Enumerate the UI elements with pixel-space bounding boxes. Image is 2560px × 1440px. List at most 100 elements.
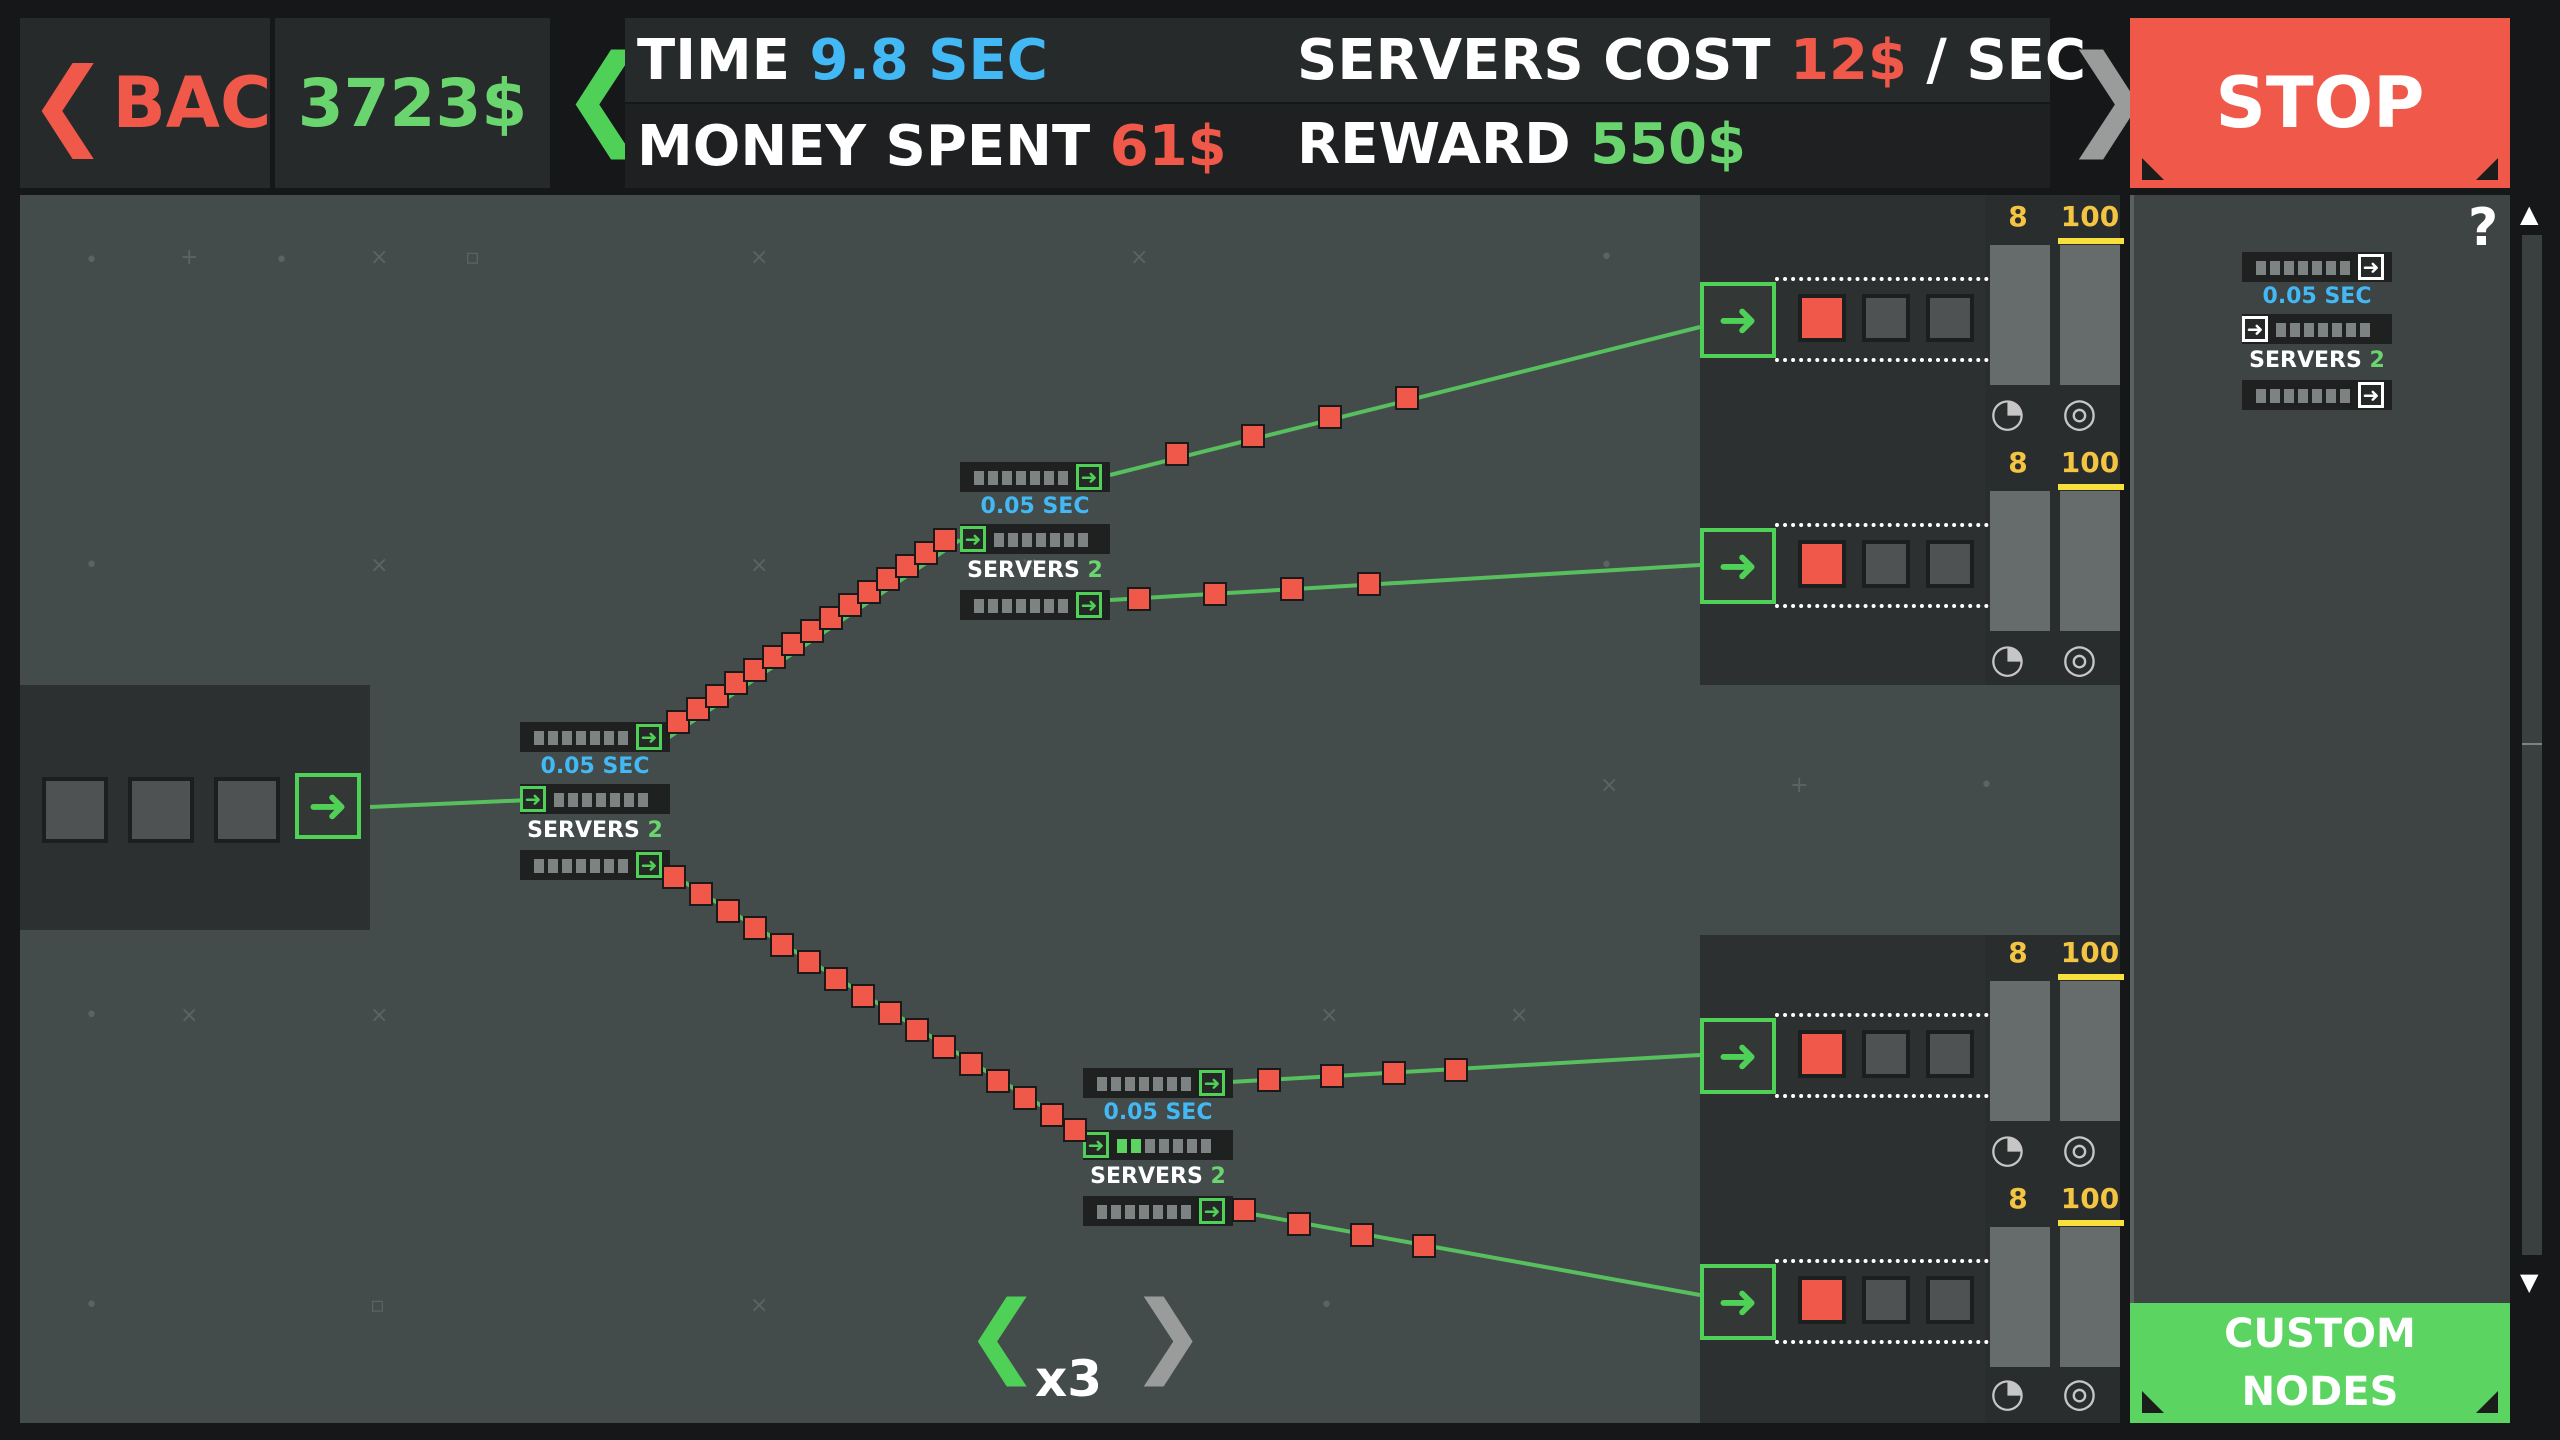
speed-decrease-button[interactable]: ❮ bbox=[965, 1290, 1040, 1380]
input-arrow-icon[interactable]: ➜ bbox=[1700, 1018, 1776, 1094]
queue-slot bbox=[1862, 1276, 1910, 1324]
packet bbox=[1318, 405, 1342, 429]
output-arrow-icon[interactable]: ➜ bbox=[636, 724, 662, 750]
packet bbox=[770, 933, 794, 957]
queue-slot bbox=[1926, 1030, 1974, 1078]
capacity-bar bbox=[2058, 1220, 2124, 1226]
input-arrow-icon[interactable]: ➜ bbox=[1700, 282, 1776, 358]
router-speed: 0.05 SEC bbox=[2262, 284, 2372, 309]
speedometer-icon: ◔ bbox=[1990, 1126, 2025, 1172]
capacity-gauge bbox=[2060, 245, 2120, 385]
packet bbox=[743, 916, 767, 940]
target-icon: ◎ bbox=[2062, 636, 2097, 682]
router-output-row: ➜ bbox=[520, 850, 670, 880]
router-speed: 0.05 SEC bbox=[540, 754, 650, 779]
speedometer-icon: ◔ bbox=[1990, 390, 2025, 436]
output-arrow-icon[interactable]: ➜ bbox=[1199, 1070, 1225, 1096]
packet bbox=[1357, 572, 1381, 596]
source-node[interactable]: ➜ bbox=[20, 685, 370, 930]
packet bbox=[986, 1069, 1010, 1093]
router-output-row: ➜ bbox=[960, 462, 1110, 492]
corner-marker-icon bbox=[2476, 1391, 2498, 1413]
queue-slot bbox=[1798, 1276, 1846, 1324]
scrollbar-thumb[interactable] bbox=[2522, 235, 2542, 745]
custom-nodes-button[interactable]: CUSTOM NODES bbox=[2130, 1303, 2510, 1423]
speedometer-icon: ◔ bbox=[1990, 636, 2025, 682]
palette-router-node[interactable]: ➜ 0.05 SEC ➜ SERVERS 2 ➜ bbox=[2242, 252, 2392, 412]
help-icon[interactable]: ? bbox=[2468, 198, 2498, 258]
speed-multiplier: x3 bbox=[1035, 1350, 1103, 1408]
packet bbox=[1280, 577, 1304, 601]
router-node[interactable]: ➜ 0.05 SEC ➜ SERVERS 2 ➜ bbox=[520, 722, 670, 882]
wire bbox=[1109, 563, 1701, 602]
packet bbox=[662, 865, 686, 889]
sink-capacity-value: 100 bbox=[2060, 1182, 2120, 1215]
load-gauge bbox=[1990, 1227, 2050, 1367]
wire bbox=[369, 798, 531, 809]
capacity-gauge bbox=[2060, 1227, 2120, 1367]
router-servers: SERVERS 2 bbox=[2249, 348, 2385, 373]
packet bbox=[959, 1052, 983, 1076]
packet bbox=[797, 950, 821, 974]
packet bbox=[824, 967, 848, 991]
output-arrow-icon: ➜ bbox=[2358, 382, 2384, 408]
sink-group-lower bbox=[1700, 935, 1985, 1423]
input-arrow-icon[interactable]: ➜ bbox=[960, 526, 986, 552]
packet bbox=[1232, 1198, 1256, 1222]
scroll-up-icon[interactable]: ▲ bbox=[2520, 200, 2538, 228]
router-servers: SERVERS 2 bbox=[527, 818, 663, 843]
router-speed: 0.05 SEC bbox=[1103, 1100, 1213, 1125]
speed-increase-button[interactable]: ❯ bbox=[1130, 1290, 1205, 1380]
sink-load-value: 8 bbox=[2008, 446, 2028, 479]
capacity-bar bbox=[2058, 484, 2124, 490]
queue-slot bbox=[1862, 294, 1910, 342]
input-arrow-icon[interactable]: ➜ bbox=[1700, 528, 1776, 604]
router-input-row: ➜ bbox=[2242, 314, 2392, 344]
capacity-gauge bbox=[2060, 491, 2120, 631]
router-output-row: ➜ bbox=[2242, 252, 2392, 282]
queue-slot bbox=[1798, 540, 1846, 588]
queue-slot bbox=[1798, 294, 1846, 342]
router-output-row: ➜ bbox=[520, 722, 670, 752]
queue-slot bbox=[1862, 540, 1910, 588]
queue-slot bbox=[214, 777, 280, 843]
packet bbox=[1063, 1118, 1087, 1142]
output-arrow-icon[interactable]: ➜ bbox=[295, 773, 361, 839]
output-arrow-icon[interactable]: ➜ bbox=[1076, 464, 1102, 490]
output-arrow-icon: ➜ bbox=[2358, 254, 2384, 280]
sink-capacity-value: 100 bbox=[2060, 446, 2120, 479]
packet bbox=[1320, 1064, 1344, 1088]
router-node[interactable]: ➜ 0.05 SEC ➜ SERVERS 2 ➜ bbox=[1083, 1068, 1233, 1228]
input-arrow-icon: ➜ bbox=[2242, 316, 2268, 342]
output-arrow-icon[interactable]: ➜ bbox=[1076, 592, 1102, 618]
queue-slot bbox=[1926, 1276, 1974, 1324]
target-icon: ◎ bbox=[2062, 1126, 2097, 1172]
router-input-row: ➜ bbox=[520, 784, 670, 814]
packet bbox=[1412, 1234, 1436, 1258]
speedometer-icon: ◔ bbox=[1990, 1370, 2025, 1416]
output-arrow-icon[interactable]: ➜ bbox=[636, 852, 662, 878]
queue-slot bbox=[128, 777, 194, 843]
output-arrow-icon[interactable]: ➜ bbox=[1199, 1198, 1225, 1224]
packet bbox=[1350, 1223, 1374, 1247]
packet bbox=[905, 1018, 929, 1042]
input-arrow-icon[interactable]: ➜ bbox=[520, 786, 546, 812]
packet bbox=[1127, 587, 1151, 611]
queue-slot bbox=[42, 777, 108, 843]
capacity-bar bbox=[2058, 974, 2124, 980]
scroll-down-icon[interactable]: ▼ bbox=[2520, 1268, 2538, 1296]
router-speed: 0.05 SEC bbox=[980, 494, 1090, 519]
router-output-row: ➜ bbox=[2242, 380, 2392, 410]
sink-load-value: 8 bbox=[2008, 1182, 2028, 1215]
sink-capacity-value: 100 bbox=[2060, 936, 2120, 969]
router-output-row: ➜ bbox=[1083, 1196, 1233, 1226]
input-arrow-icon[interactable]: ➜ bbox=[1700, 1264, 1776, 1340]
packet bbox=[932, 1035, 956, 1059]
target-icon: ◎ bbox=[2062, 1370, 2097, 1416]
load-gauge bbox=[1990, 245, 2050, 385]
packet bbox=[1013, 1086, 1037, 1110]
packet bbox=[689, 882, 713, 906]
sink-capacity-value: 100 bbox=[2060, 200, 2120, 233]
router-node[interactable]: ➜ 0.05 SEC ➜ SERVERS 2 ➜ bbox=[960, 462, 1110, 622]
queue-slot bbox=[1926, 294, 1974, 342]
